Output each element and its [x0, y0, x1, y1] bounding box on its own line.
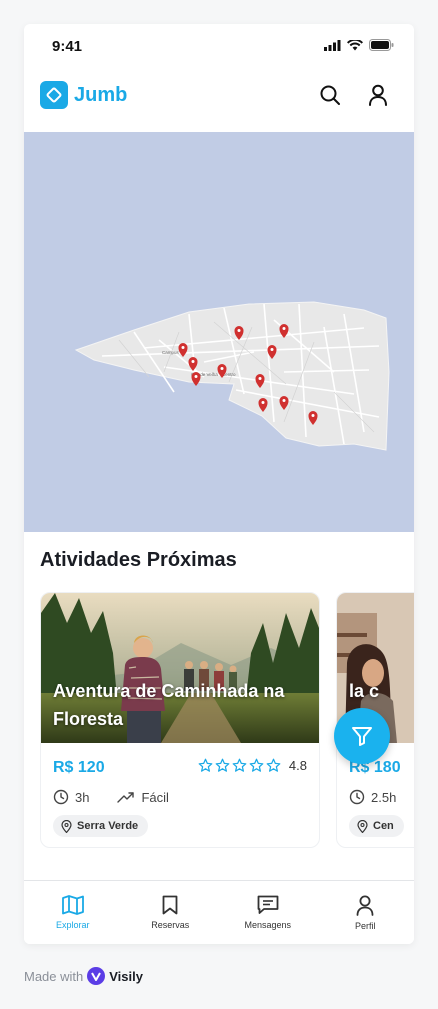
map-canvas[interactable]: Campus Cidade Velha Centro — [24, 132, 414, 532]
location-name: Serra Verde — [77, 820, 139, 832]
location-chip: Serra Verde — [53, 815, 149, 837]
search-icon — [320, 85, 340, 105]
section-title: Atividades Próximas — [40, 549, 237, 571]
nav-item-explorar[interactable]: Explorar — [24, 881, 122, 944]
star-icon — [198, 758, 213, 772]
trending-up-icon — [117, 792, 135, 803]
location-pin-icon — [61, 819, 72, 833]
nav-label: Reservas — [151, 920, 190, 930]
bookmark-icon — [162, 895, 178, 915]
activity-map[interactable]: Campus Cidade Velha Centro — [24, 132, 414, 532]
account-button[interactable] — [365, 82, 391, 108]
logo-text: Jumb — [74, 83, 128, 106]
profile-icon — [356, 895, 374, 916]
logo-mark-icon — [40, 81, 68, 109]
card-difficulty: Fácil — [141, 789, 169, 805]
logo[interactable]: Jumb — [40, 81, 127, 109]
message-icon — [257, 895, 279, 914]
clock-icon — [53, 789, 69, 805]
location-chip: Cen — [349, 815, 404, 837]
card-title: la c — [349, 681, 380, 701]
battery-icon — [369, 39, 394, 51]
star-icon — [249, 758, 264, 772]
clock-icon — [349, 789, 365, 805]
card-title: Aventura de Caminhada na Floresta — [53, 681, 285, 729]
made-with-footer: Made with Visily — [24, 967, 143, 985]
map-icon — [61, 895, 84, 915]
rating-value: 4.8 — [288, 758, 307, 773]
filter-icon — [352, 727, 372, 746]
search-button[interactable] — [317, 82, 343, 108]
map-pin-icon[interactable] — [191, 372, 201, 386]
nav-label: Mensagens — [244, 920, 292, 930]
nav-item-mensagens[interactable]: Mensagens — [219, 881, 317, 944]
nav-label: Perfil — [354, 921, 376, 931]
visily-logo-icon — [87, 967, 106, 985]
made-with-text: Made with — [24, 968, 84, 984]
app-header: Jumb — [24, 76, 414, 132]
status-time: 9:41 — [52, 38, 83, 55]
map-label-campus: Campus — [162, 350, 180, 355]
star-icon — [232, 758, 247, 772]
card-price: R$ 120 — [53, 759, 105, 776]
filter-button[interactable] — [334, 708, 390, 764]
visily-brand[interactable]: Visily — [109, 969, 143, 984]
card-duration: 2.5h — [371, 789, 397, 805]
card-image: Aventura de Caminhada na Floresta — [41, 593, 319, 743]
signal-icon — [324, 39, 341, 51]
location-pin-icon — [357, 819, 368, 833]
wifi-icon — [347, 39, 363, 50]
nav-item-perfil[interactable]: Perfil — [317, 881, 415, 944]
nav-item-reservas[interactable]: Reservas — [122, 881, 220, 944]
status-bar: 9:41 — [24, 24, 414, 68]
card-duration: 3h — [75, 789, 90, 805]
nav-label: Explorar — [55, 920, 90, 930]
card-meta: 3h Fácil — [53, 789, 169, 805]
phone-frame: 9:41 Jumb Campus Cidade Velha Centro Ati… — [24, 24, 414, 944]
status-icons — [324, 39, 394, 51]
card-meta: 2.5h — [349, 789, 396, 805]
user-icon — [369, 84, 387, 106]
location-name: Cen — [373, 820, 394, 832]
rating-stars: 4.8 — [198, 758, 307, 773]
bottom-nav: Explorar Reservas Mensagens Perfil — [24, 880, 414, 944]
activity-card[interactable]: Aventura de Caminhada na Floresta R$ 120… — [40, 592, 320, 848]
star-icon — [215, 758, 230, 772]
star-icon — [266, 758, 281, 772]
